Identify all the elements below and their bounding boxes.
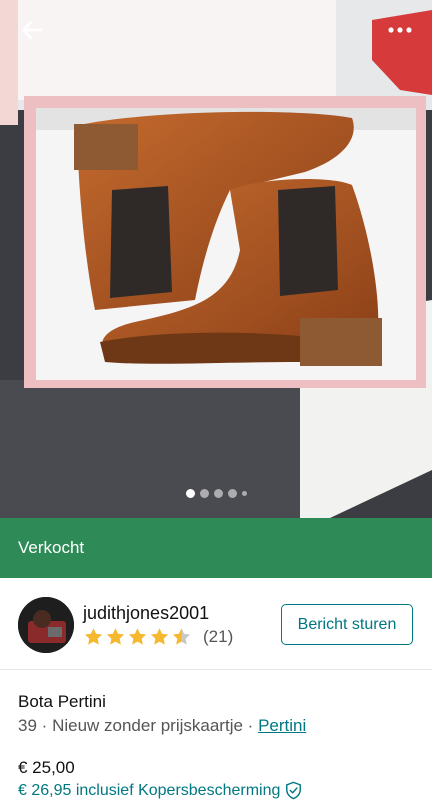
star-full-icon xyxy=(84,628,103,645)
more-dots-icon xyxy=(388,27,412,33)
item-price: € 25,00 xyxy=(18,758,75,777)
item-photo[interactable] xyxy=(0,0,432,518)
price-with-protection[interactable]: € 26,95 inclusief Kopersbescherming xyxy=(18,781,302,800)
gallery-dot[interactable] xyxy=(185,489,195,498)
item-size: 39 xyxy=(18,716,37,735)
send-message-button[interactable]: Bericht sturen xyxy=(281,604,413,645)
seller-username[interactable]: judithjones2001 xyxy=(83,603,209,624)
boots-in-box-photo xyxy=(0,0,432,518)
item-condition: Nieuw zonder prijskaartje xyxy=(52,716,243,735)
price-with-protection-label: € 26,95 inclusief Kopersbescherming xyxy=(18,781,281,799)
rating-count: (21) xyxy=(203,627,234,646)
sold-status-label: Verkocht xyxy=(18,538,85,557)
gallery-pagination xyxy=(0,489,432,498)
star-full-icon xyxy=(150,628,169,645)
star-full-icon xyxy=(128,628,147,645)
star-half-icon xyxy=(172,628,191,645)
shield-check-icon xyxy=(286,781,302,800)
seller-section[interactable]: judithjones2001 (21) Bericht sturen xyxy=(0,578,432,670)
separator: · xyxy=(247,716,254,735)
separator: · xyxy=(41,716,48,735)
gallery-dot[interactable] xyxy=(241,491,247,496)
more-options-button[interactable] xyxy=(380,10,420,50)
back-button[interactable] xyxy=(12,10,52,50)
seller-avatar[interactable] xyxy=(18,597,74,653)
item-details: 39 · Nieuw zonder prijskaartje · Pertini xyxy=(18,716,306,736)
sold-status-banner: Verkocht xyxy=(0,518,432,578)
gallery-dot[interactable] xyxy=(213,489,223,498)
item-title: Bota Pertini xyxy=(18,692,106,711)
seller-rating[interactable]: (21) xyxy=(83,627,233,647)
star-full-icon xyxy=(106,628,125,645)
arrow-left-icon xyxy=(22,20,43,40)
gallery-dot[interactable] xyxy=(199,489,209,498)
brand-link[interactable]: Pertini xyxy=(258,716,306,735)
gallery-dot[interactable] xyxy=(227,489,237,498)
